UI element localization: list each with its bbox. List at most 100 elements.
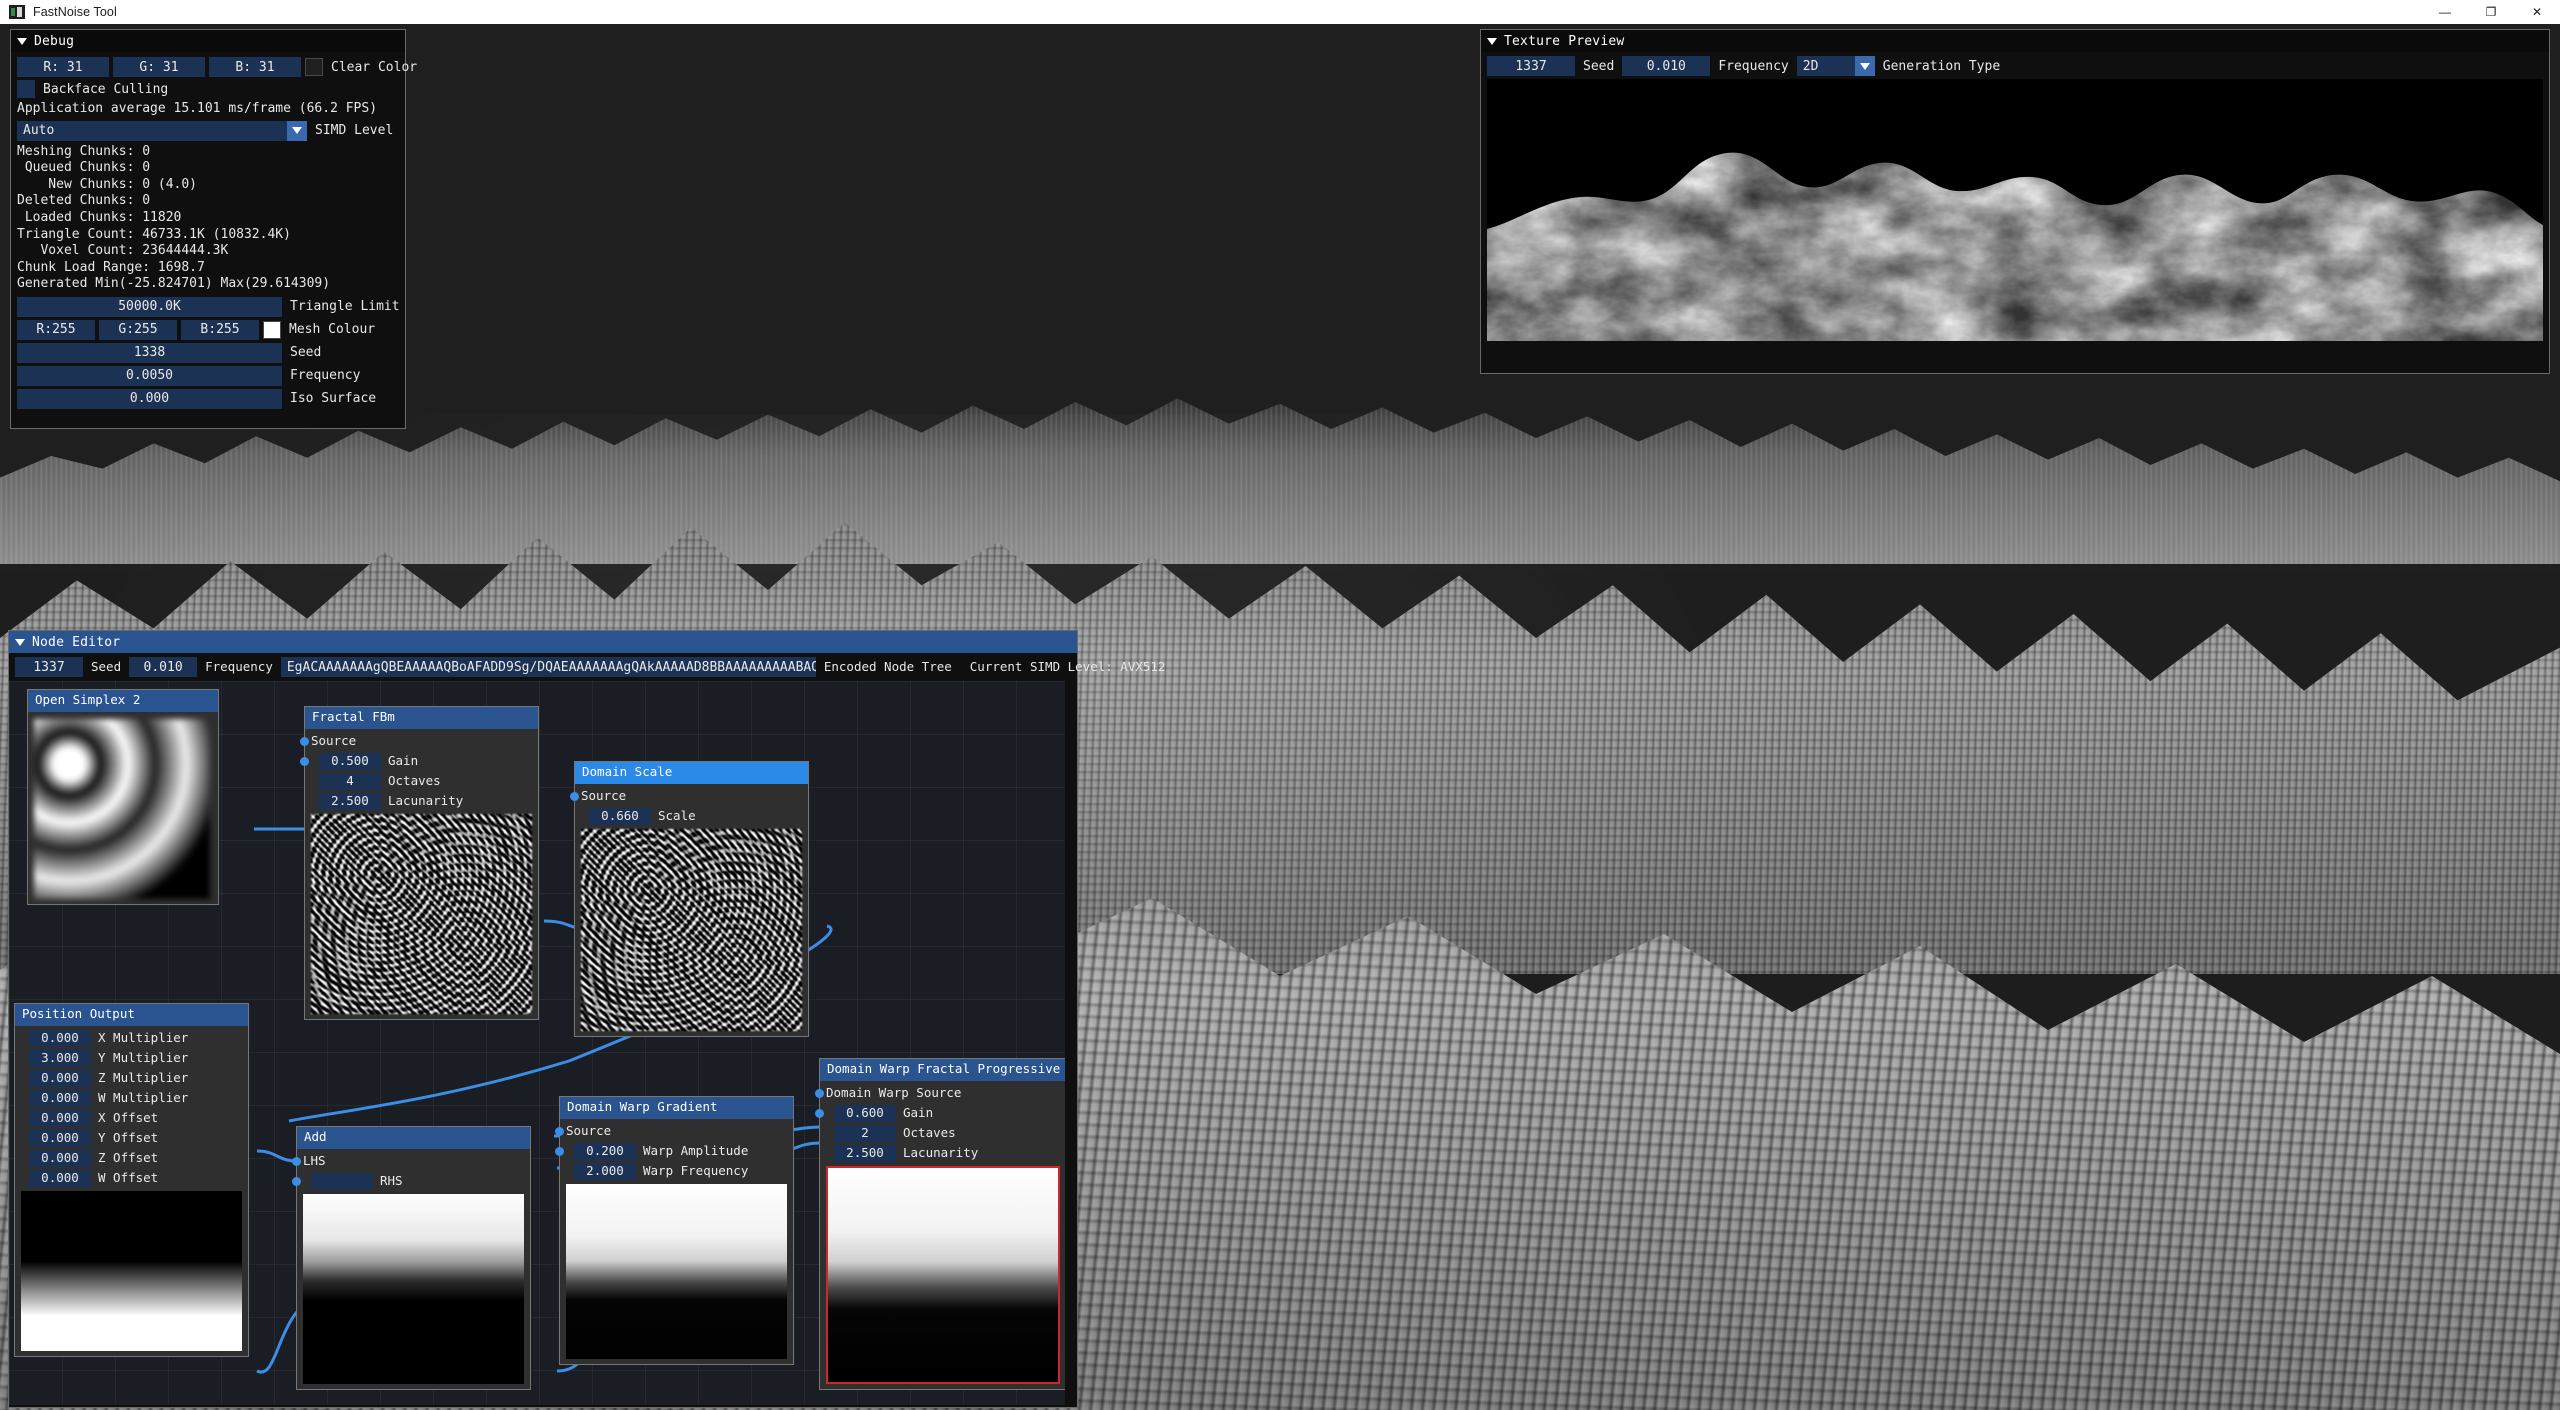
texture-frequency-input[interactable]: 0.010 bbox=[1622, 56, 1711, 76]
texture-seed-input[interactable]: 1337 bbox=[1487, 56, 1575, 76]
param-value-x-offset[interactable]: 0.000 bbox=[29, 1110, 91, 1127]
param-value-y-offset[interactable]: 0.000 bbox=[29, 1130, 91, 1147]
debug-window-title[interactable]: Debug bbox=[11, 30, 405, 52]
node-editor-title[interactable]: Node Editor bbox=[9, 631, 1077, 653]
param-value-y-multiplier[interactable]: 3.000 bbox=[29, 1050, 91, 1067]
stat-generated-min-max: Generated Min(-25.824701) Max(29.614309) bbox=[17, 276, 331, 292]
input-label-source: Source bbox=[566, 1123, 612, 1139]
simd-level-select[interactable]: Auto bbox=[17, 120, 307, 141]
chevron-down-icon[interactable] bbox=[287, 120, 307, 141]
node-editor-window[interactable]: Node Editor 1337 Seed 0.010 Frequency Eg… bbox=[8, 630, 1165, 1408]
node-title-domain-warp-gradient[interactable]: Domain Warp Gradient bbox=[560, 1097, 793, 1119]
node-seed-input[interactable]: 1337 bbox=[15, 657, 83, 677]
node-editor-toolbar: 1337 Seed 0.010 Frequency EgACAAAAAAAgQB… bbox=[9, 653, 1165, 681]
input-pin-icon[interactable] bbox=[555, 1146, 564, 1156]
input-pin-icon[interactable] bbox=[570, 791, 579, 801]
collapse-triangle-icon[interactable] bbox=[17, 37, 27, 45]
param-value-w-offset[interactable]: 0.000 bbox=[29, 1170, 91, 1187]
mesh-colour-r[interactable]: R:255 bbox=[17, 319, 95, 340]
param-value-gain[interactable]: 0.500 bbox=[319, 753, 381, 770]
node-body-domain-scale: Source 0.660 Scale bbox=[570, 784, 808, 1036]
param-value-octaves[interactable]: 4 bbox=[319, 773, 381, 790]
node-title-domain-scale[interactable]: Domain Scale bbox=[575, 762, 808, 784]
param-value-octaves[interactable]: 2 bbox=[834, 1125, 896, 1142]
node-body-open-simplex-2 bbox=[28, 712, 218, 904]
node-title-domain-warp-fractal-progressive[interactable]: Domain Warp Fractal Progressive bbox=[820, 1059, 1065, 1081]
debug-frequency-slider[interactable]: 0.0050 bbox=[17, 365, 282, 386]
current-simd-level-text: Current SIMD Level: AVX512 bbox=[969, 658, 1166, 674]
node-input-source-domain-scale[interactable]: Source bbox=[570, 788, 802, 806]
input-pin-icon[interactable] bbox=[815, 1108, 824, 1118]
mesh-colour-g[interactable]: G:255 bbox=[99, 319, 177, 340]
node-editor-canvas[interactable]: Open Simplex 2 Fractal FBm Source 0.500 bbox=[9, 681, 1065, 1405]
node-domain-scale[interactable]: Domain Scale Source 0.660 Scale bbox=[570, 761, 809, 1037]
node-input-source-fbm[interactable]: Source bbox=[300, 733, 532, 751]
input-pin-icon[interactable] bbox=[292, 1156, 301, 1166]
input-pin-icon[interactable] bbox=[300, 736, 309, 746]
mesh-colour-swatch[interactable] bbox=[263, 320, 281, 339]
chevron-down-icon[interactable] bbox=[1854, 56, 1875, 76]
input-pin-icon[interactable] bbox=[555, 1126, 564, 1136]
param-value-z-offset[interactable]: 0.000 bbox=[29, 1150, 91, 1167]
param-value-x-multiplier[interactable]: 0.000 bbox=[29, 1030, 91, 1047]
encoded-node-tree-input[interactable]: EgACAAAAAAAgQBEAAAAAQBoAFADD9Sg/DQAEAAAA… bbox=[280, 657, 816, 677]
triangle-limit-slider[interactable]: 50000.0K bbox=[17, 296, 282, 317]
input-pin-icon[interactable] bbox=[815, 1088, 824, 1098]
node-domain-warp-fractal-progressive[interactable]: Domain Warp Fractal Progressive Domain W… bbox=[815, 1058, 1065, 1390]
param-label-lacunarity: Lacunarity bbox=[388, 793, 464, 809]
iso-surface-slider[interactable]: 0.000 bbox=[17, 388, 282, 409]
clear-color-b[interactable]: B: 31 bbox=[209, 57, 301, 77]
iso-surface-row: 0.000 Iso Surface bbox=[17, 388, 399, 409]
node-param-warp-frequency: 2.000 Warp Frequency bbox=[566, 1163, 787, 1181]
param-value-lacunarity[interactable]: 2.500 bbox=[834, 1145, 896, 1162]
input-pin-icon[interactable] bbox=[300, 756, 309, 766]
param-value-warp-frequency[interactable]: 2.000 bbox=[574, 1163, 636, 1180]
clear-color-r[interactable]: R: 31 bbox=[17, 57, 109, 77]
texture-preview-title[interactable]: Texture Preview bbox=[1481, 30, 2549, 52]
node-param-gain-fbm: 0.500 Gain bbox=[300, 753, 532, 771]
node-input-lhs[interactable]: LHS bbox=[292, 1153, 524, 1171]
param-value-scale[interactable]: 0.660 bbox=[589, 808, 651, 825]
node-preview-fractal-fbm bbox=[311, 813, 532, 1014]
node-fractal-fbm[interactable]: Fractal FBm Source 0.500 Gain 4 Octaves bbox=[300, 706, 539, 1020]
clear-color-swatch[interactable] bbox=[305, 58, 323, 76]
param-label-x-multiplier: X Multiplier bbox=[98, 1030, 189, 1046]
texture-preview-window[interactable]: Texture Preview 1337 Seed 0.010 Frequenc… bbox=[1480, 29, 2550, 374]
param-value-rhs[interactable] bbox=[311, 1173, 373, 1190]
node-frequency-input[interactable]: 0.010 bbox=[129, 657, 198, 677]
node-add[interactable]: Add LHS RHS bbox=[292, 1126, 531, 1390]
triangle-limit-row: 50000.0K Triangle Limit bbox=[17, 296, 400, 317]
close-button[interactable]: ✕ bbox=[2514, 0, 2560, 24]
node-title-open-simplex-2[interactable]: Open Simplex 2 bbox=[28, 690, 218, 712]
param-value-warp-amplitude[interactable]: 0.200 bbox=[574, 1143, 636, 1160]
clear-color-g[interactable]: G: 31 bbox=[113, 57, 205, 77]
stat-new-chunks: New Chunks: 0 (4.0) bbox=[17, 176, 198, 192]
stat-triangle-count: Triangle Count: 46733.1K (10832.4K) bbox=[17, 226, 291, 242]
node-title-position-output[interactable]: Position Output bbox=[15, 1004, 248, 1026]
maximize-button[interactable]: ❐ bbox=[2468, 0, 2514, 24]
param-value-w-multiplier[interactable]: 0.000 bbox=[29, 1090, 91, 1107]
app-average-text: Application average 15.101 ms/frame (66.… bbox=[17, 101, 378, 116]
backface-culling-checkbox[interactable] bbox=[17, 80, 35, 98]
node-param-rhs: RHS bbox=[292, 1173, 524, 1191]
collapse-triangle-icon[interactable] bbox=[15, 638, 25, 646]
node-position-output[interactable]: Position Output 0.000 X Multiplier 3.000… bbox=[14, 1003, 249, 1357]
node-input-source-dwg[interactable]: Source bbox=[555, 1123, 787, 1141]
minimize-button[interactable]: — bbox=[2422, 0, 2468, 24]
collapse-triangle-icon[interactable] bbox=[1487, 37, 1497, 45]
param-value-gain[interactable]: 0.600 bbox=[834, 1105, 896, 1122]
mesh-colour-b[interactable]: B:255 bbox=[181, 319, 259, 340]
input-pin-icon[interactable] bbox=[292, 1176, 301, 1186]
node-title-add[interactable]: Add bbox=[297, 1127, 530, 1149]
node-preview-open-simplex-2 bbox=[34, 718, 210, 899]
debug-seed-slider[interactable]: 1338 bbox=[17, 342, 282, 363]
param-value-z-multiplier[interactable]: 0.000 bbox=[29, 1070, 91, 1087]
node-domain-warp-gradient[interactable]: Domain Warp Gradient Source 0.200 Warp A… bbox=[555, 1096, 794, 1365]
debug-window[interactable]: Debug R: 31 G: 31 B: 31 Clear Color Back… bbox=[10, 29, 417, 429]
texture-preview-canvas[interactable] bbox=[1487, 79, 2543, 341]
node-title-fractal-fbm[interactable]: Fractal FBm bbox=[305, 707, 538, 729]
node-input-domain-warp-source[interactable]: Domain Warp Source bbox=[815, 1085, 1060, 1103]
node-open-simplex-2[interactable]: Open Simplex 2 bbox=[27, 689, 219, 905]
param-value-lacunarity[interactable]: 2.500 bbox=[319, 793, 381, 810]
generation-type-select[interactable]: 2D bbox=[1796, 56, 1875, 76]
